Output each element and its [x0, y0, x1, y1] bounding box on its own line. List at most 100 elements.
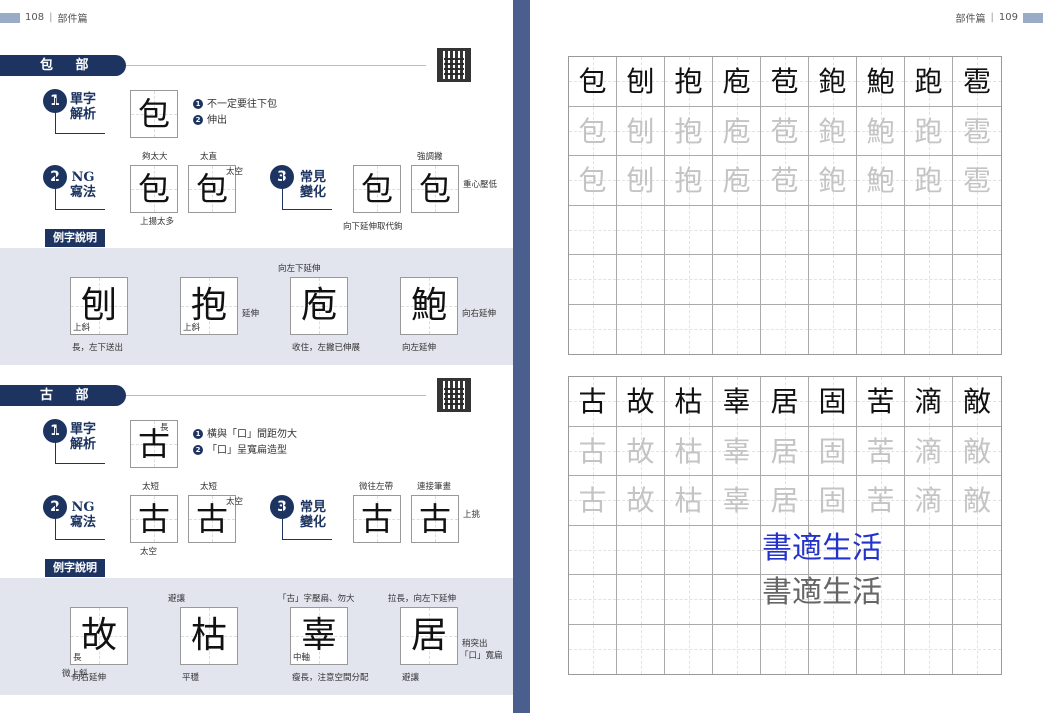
- qr-code: [437, 48, 471, 82]
- title-rule: [126, 65, 426, 66]
- trace-character-cell: 跑: [905, 156, 953, 206]
- blank-practice-cell: [617, 304, 665, 354]
- trace-character-cell: 固: [809, 476, 857, 526]
- model-character-cell: 敵: [953, 377, 1001, 427]
- grid-character: 抱: [674, 65, 703, 98]
- trace-character-cell: 刨: [617, 156, 665, 206]
- practice-grid-bao: 包刨抱庖苞鉋鮑跑雹包刨抱庖苞鉋鮑跑雹包刨抱庖苞鉋鮑跑雹: [568, 56, 1002, 355]
- section-name: 部件篇: [57, 14, 88, 25]
- character: 古: [418, 500, 451, 538]
- qr-code: [437, 378, 471, 412]
- blank-practice-cell: [665, 624, 713, 674]
- left-page-header: 108 | 部件篇: [0, 10, 87, 25]
- annotation-note: 太空: [140, 547, 158, 557]
- blank-practice-cell: [809, 255, 857, 305]
- section-name: 部件篇: [955, 14, 986, 25]
- trace-character-cell: 鮑: [857, 156, 905, 206]
- blank-practice-cell: [905, 525, 953, 575]
- blank-practice-cell: [665, 304, 713, 354]
- blank-practice-cell: [761, 304, 809, 354]
- trace-character-cell: 雹: [953, 156, 1001, 206]
- character-box: 枯: [180, 607, 238, 665]
- grid-character: 固: [818, 434, 847, 468]
- grid-character: 跑: [914, 65, 943, 98]
- blank-practice-cell: [569, 624, 617, 674]
- character: 辜: [300, 615, 337, 656]
- grid-character: 鉋: [818, 114, 847, 148]
- blank-practice-cell: [809, 304, 857, 354]
- model-character-cell: 固: [809, 377, 857, 427]
- blank-practice-cell: [713, 624, 761, 674]
- blank-practice-cell: [953, 575, 1001, 625]
- step-label: 常見 變化: [300, 500, 327, 530]
- grid-character: 故: [626, 484, 655, 517]
- blank-practice-cell: [857, 624, 905, 674]
- grid-character: 固: [818, 385, 847, 418]
- analysis-notes: 1 不一定要往下包 2 伸出: [193, 97, 277, 129]
- grid-character: 故: [626, 385, 655, 418]
- annotation-note: 避讓: [402, 673, 420, 683]
- step-label: 常見 變化: [300, 170, 327, 200]
- model-character-cell: 苞: [761, 57, 809, 107]
- annotation-note: 太短: [200, 482, 218, 492]
- character: 包: [137, 170, 170, 208]
- model-character-cell: 故: [617, 377, 665, 427]
- blank-practice-cell: [569, 525, 617, 575]
- trace-character-cell: 故: [617, 426, 665, 476]
- grid-character: 雹: [962, 65, 991, 98]
- trace-character-cell: 居: [761, 426, 809, 476]
- annotation-note: 強調撇: [417, 152, 443, 162]
- annotation-note: 太空: [226, 497, 244, 507]
- annotation-note: 連接筆畫: [417, 482, 452, 492]
- analysis-notes: 1 橫與「口」間距勿大 2 「口」呈寬扁造型: [193, 427, 297, 459]
- character-box: 古: [130, 495, 178, 543]
- character-box: 古: [130, 420, 178, 468]
- trace-character-cell: 抱: [665, 106, 713, 156]
- annotation-note: 「古」字壓扁、勿大: [278, 594, 355, 604]
- model-character-cell: 苦: [857, 377, 905, 427]
- step-label: 單字 解析: [70, 92, 97, 122]
- model-character-cell: 古: [569, 377, 617, 427]
- trace-character-cell: 鮑: [857, 106, 905, 156]
- practice-grid-gu: 古故枯辜居固苦滴敵古故枯辜居固苦滴敵古故枯辜居固苦滴敵: [568, 376, 1002, 675]
- grid-character: 居: [770, 484, 799, 517]
- section-title: 古 部 件: [0, 385, 126, 424]
- character: 故: [80, 615, 117, 656]
- right-page: 部件篇 | 109 包刨抱庖苞鉋鮑跑雹包刨抱庖苞鉋鮑跑雹包刨抱庖苞鉋鮑跑雹 古故…: [530, 0, 1043, 713]
- annotation-note: 夠太大: [142, 152, 168, 162]
- character: 古: [360, 500, 393, 538]
- blank-practice-cell: [665, 525, 713, 575]
- grid-character: 刨: [626, 164, 655, 197]
- grid-character: 古: [578, 385, 607, 418]
- character: 居: [410, 615, 447, 656]
- character: 包: [137, 95, 170, 133]
- model-character-cell: 鮑: [857, 57, 905, 107]
- grid-character: 敵: [962, 385, 991, 418]
- annotation-note: 避讓: [168, 594, 186, 604]
- header-bar: [1023, 12, 1043, 23]
- blank-practice-cell: [905, 624, 953, 674]
- grid-character: 敵: [962, 434, 991, 468]
- grid-character: 庖: [722, 114, 751, 148]
- grid-character: 枯: [674, 385, 703, 418]
- trace-character-cell: 包: [569, 106, 617, 156]
- annotation-note: 太短: [142, 482, 160, 492]
- blank-practice-cell: [857, 255, 905, 305]
- blank-practice-cell: [569, 304, 617, 354]
- trace-character-cell: 包: [569, 156, 617, 206]
- annotation-note: 太空: [226, 167, 244, 177]
- analysis-note: 1 不一定要往下包: [193, 97, 277, 113]
- blank-practice-cell: [713, 525, 761, 575]
- trace-character-cell: 故: [617, 476, 665, 526]
- model-character-cell: 鉋: [809, 57, 857, 107]
- grid-character: 苦: [866, 385, 895, 418]
- left-page: 108 | 部件篇 包 部 件 1 單字 解析包 1 不一定要往下包 2 伸出 2 NG 寫法包夠太…: [0, 0, 513, 713]
- trace-character-cell: 苦: [857, 426, 905, 476]
- trace-character-cell: 敵: [953, 476, 1001, 526]
- right-page-header: 部件篇 | 109: [956, 10, 1043, 25]
- annotation-note: 向下延伸取代鉤: [343, 222, 403, 232]
- section-title: 包 部 件: [0, 55, 126, 94]
- grid-character: 滴: [914, 434, 943, 468]
- grid-character: 鉋: [818, 65, 847, 98]
- blank-practice-cell: [953, 525, 1001, 575]
